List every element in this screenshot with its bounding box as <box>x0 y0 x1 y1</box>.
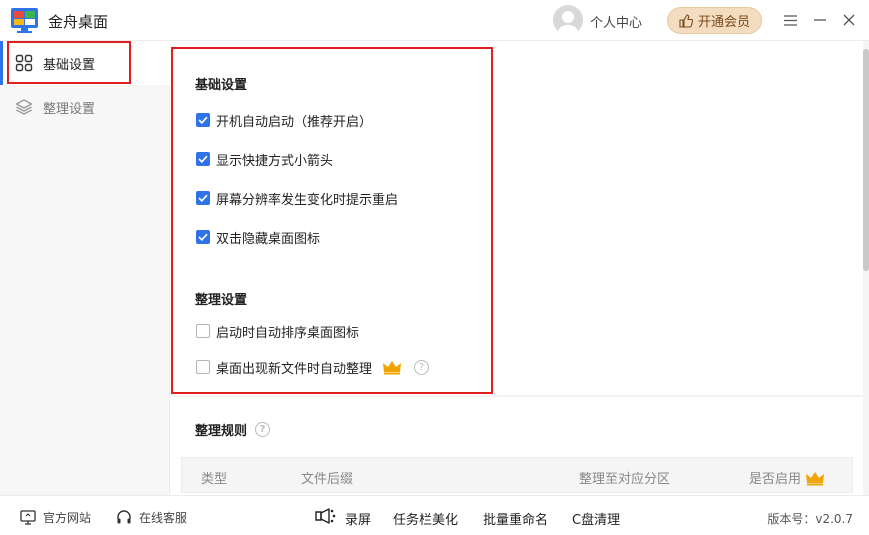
sidebar-item-label: 基础设置 <box>43 57 96 73</box>
tool-screen-record[interactable]: 录屏 <box>345 509 371 528</box>
option-auto-start[interactable]: 开机自动启动（推荐开启） <box>196 110 372 130</box>
close-icon <box>843 14 855 26</box>
vip-button[interactable]: 开通会员 <box>667 7 762 34</box>
camera-icon <box>315 508 336 524</box>
vip-button-label: 开通会员 <box>697 15 750 30</box>
column-header: 类型 <box>201 472 228 487</box>
crown-icon <box>806 471 825 485</box>
sidebar: 基础设置 整理设置 <box>0 41 170 495</box>
option-label: 桌面出现新文件时自动整理 <box>216 361 373 377</box>
check-icon <box>198 233 208 241</box>
option-resolution-restart[interactable]: 屏幕分辨率发生变化时提示重启 <box>196 188 398 208</box>
menu-button[interactable] <box>780 8 800 32</box>
minimize-button[interactable] <box>810 8 830 32</box>
app-title: 金舟桌面 <box>48 13 109 31</box>
layers-icon <box>15 99 33 115</box>
rules-title-text: 整理规则 <box>195 424 248 439</box>
help-icon[interactable]: ? <box>414 359 430 375</box>
divider <box>171 395 863 397</box>
sidebar-item-basic-settings[interactable]: 基础设置 <box>0 41 170 85</box>
column-header: 文件后缀 <box>301 472 354 487</box>
checkbox-unchecked[interactable] <box>196 324 210 338</box>
column-header: 整理至对应分区 <box>579 472 671 487</box>
close-button[interactable] <box>839 8 859 32</box>
option-label: 开机自动启动（推荐开启） <box>216 114 373 130</box>
user-icon <box>558 11 578 35</box>
grid-icon <box>15 54 33 72</box>
checkbox-unchecked[interactable] <box>196 360 210 374</box>
checkbox-checked[interactable] <box>196 191 210 205</box>
main-content: 基础设置 开机自动启动（推荐开启） 显示快捷方式小箭头 屏幕分辨率发生变化时提示… <box>171 41 863 495</box>
website-link[interactable]: 官方网站 <box>20 509 91 526</box>
rules-table-header: 类型 文件后缀 整理至对应分区 是否启用 <box>181 457 853 493</box>
option-label: 双击隐藏桌面图标 <box>216 231 321 247</box>
tool-c-drive-clean[interactable]: C盘清理 <box>572 509 620 528</box>
option-label: 显示快捷方式小箭头 <box>216 153 334 169</box>
option-double-click-hide[interactable]: 双击隐藏桌面图标 <box>196 227 320 247</box>
section-title-rules: 整理规则 ? <box>195 420 271 439</box>
option-sort-on-start[interactable]: 启动时自动排序桌面图标 <box>196 321 359 341</box>
check-icon <box>198 116 208 124</box>
title-bar: 金舟桌面 个人中心 开通会员 <box>0 0 869 41</box>
scrollbar[interactable] <box>863 41 869 495</box>
thumbs-up-icon <box>679 13 693 28</box>
support-link[interactable]: 在线客服 <box>116 509 187 526</box>
sidebar-item-organize-settings[interactable]: 整理设置 <box>0 85 170 129</box>
help-icon[interactable]: ? <box>255 422 271 437</box>
column-header-enabled: 是否启用 <box>749 468 825 487</box>
section-title-organize: 整理设置 <box>195 293 248 308</box>
checkbox-checked[interactable] <box>196 230 210 244</box>
option-show-shortcut-arrow[interactable]: 显示快捷方式小箭头 <box>196 149 333 169</box>
column-header: 是否启用 <box>749 472 802 487</box>
website-label: 官方网站 <box>43 511 92 525</box>
crown-icon <box>383 361 402 375</box>
option-label: 屏幕分辨率发生变化时提示重启 <box>216 192 399 208</box>
avatar[interactable] <box>553 5 583 35</box>
checkbox-checked[interactable] <box>196 113 210 127</box>
menu-icon <box>783 14 797 26</box>
section-title-basic: 基础设置 <box>195 78 248 93</box>
user-center-link[interactable]: 个人中心 <box>590 12 642 31</box>
monitor-icon <box>20 510 36 525</box>
sidebar-item-label: 整理设置 <box>43 101 96 117</box>
option-auto-organize-new-files[interactable]: 桌面出现新文件时自动整理 ? <box>196 357 430 377</box>
check-icon <box>198 194 208 202</box>
version-label: 版本号：v2.0.7 <box>767 512 853 526</box>
highlight-box-settings <box>171 47 493 394</box>
app-logo-icon <box>11 8 38 33</box>
check-icon <box>198 155 208 163</box>
tool-taskbar-beautify[interactable]: 任务栏美化 <box>393 509 458 528</box>
scroll-thumb[interactable] <box>863 49 869 271</box>
footer: 官方网站 在线客服 录屏 任务栏美化 批量重命名 C盘清理 版本号：v2.0.7 <box>0 495 869 535</box>
headset-icon <box>117 509 131 523</box>
minimize-icon <box>814 19 826 21</box>
support-label: 在线客服 <box>139 511 188 525</box>
option-label: 启动时自动排序桌面图标 <box>216 325 360 341</box>
checkbox-checked[interactable] <box>196 152 210 166</box>
tool-batch-rename[interactable]: 批量重命名 <box>483 509 548 528</box>
